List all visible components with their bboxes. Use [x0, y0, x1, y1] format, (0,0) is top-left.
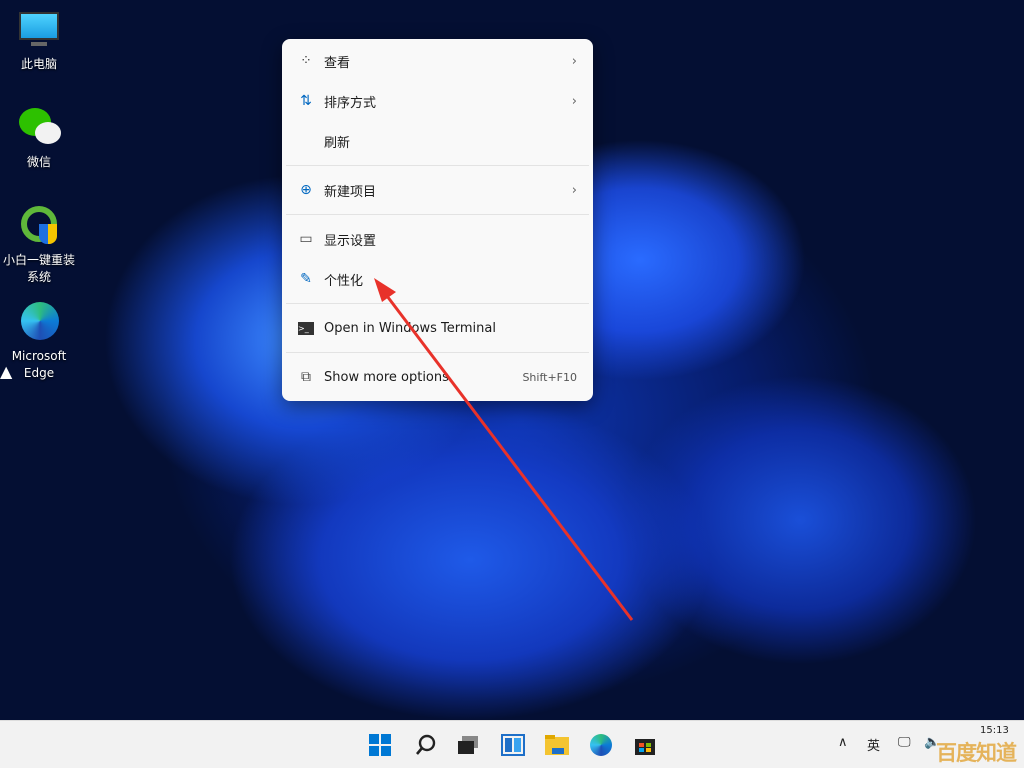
- chevron-up-icon[interactable]: ∧: [838, 735, 848, 750]
- network-icon[interactable]: 🖵: [898, 735, 911, 750]
- edge-taskbar-icon[interactable]: [587, 731, 615, 759]
- file-explorer-icon[interactable]: [543, 731, 571, 759]
- watermark: 百度知道: [936, 737, 1016, 767]
- widgets-button[interactable]: [499, 731, 527, 759]
- start-button[interactable]: [366, 731, 394, 759]
- task-view-button[interactable]: [454, 731, 482, 759]
- clock[interactable]: 15:13: [980, 725, 1009, 736]
- taskbar: ∧ 英 🖵 🔈 15:13 百度知道: [0, 720, 1024, 768]
- search-button[interactable]: [412, 731, 440, 759]
- ime-indicator[interactable]: 英: [867, 735, 880, 754]
- store-icon[interactable]: [631, 731, 659, 759]
- annotation-arrow: [0, 0, 1024, 768]
